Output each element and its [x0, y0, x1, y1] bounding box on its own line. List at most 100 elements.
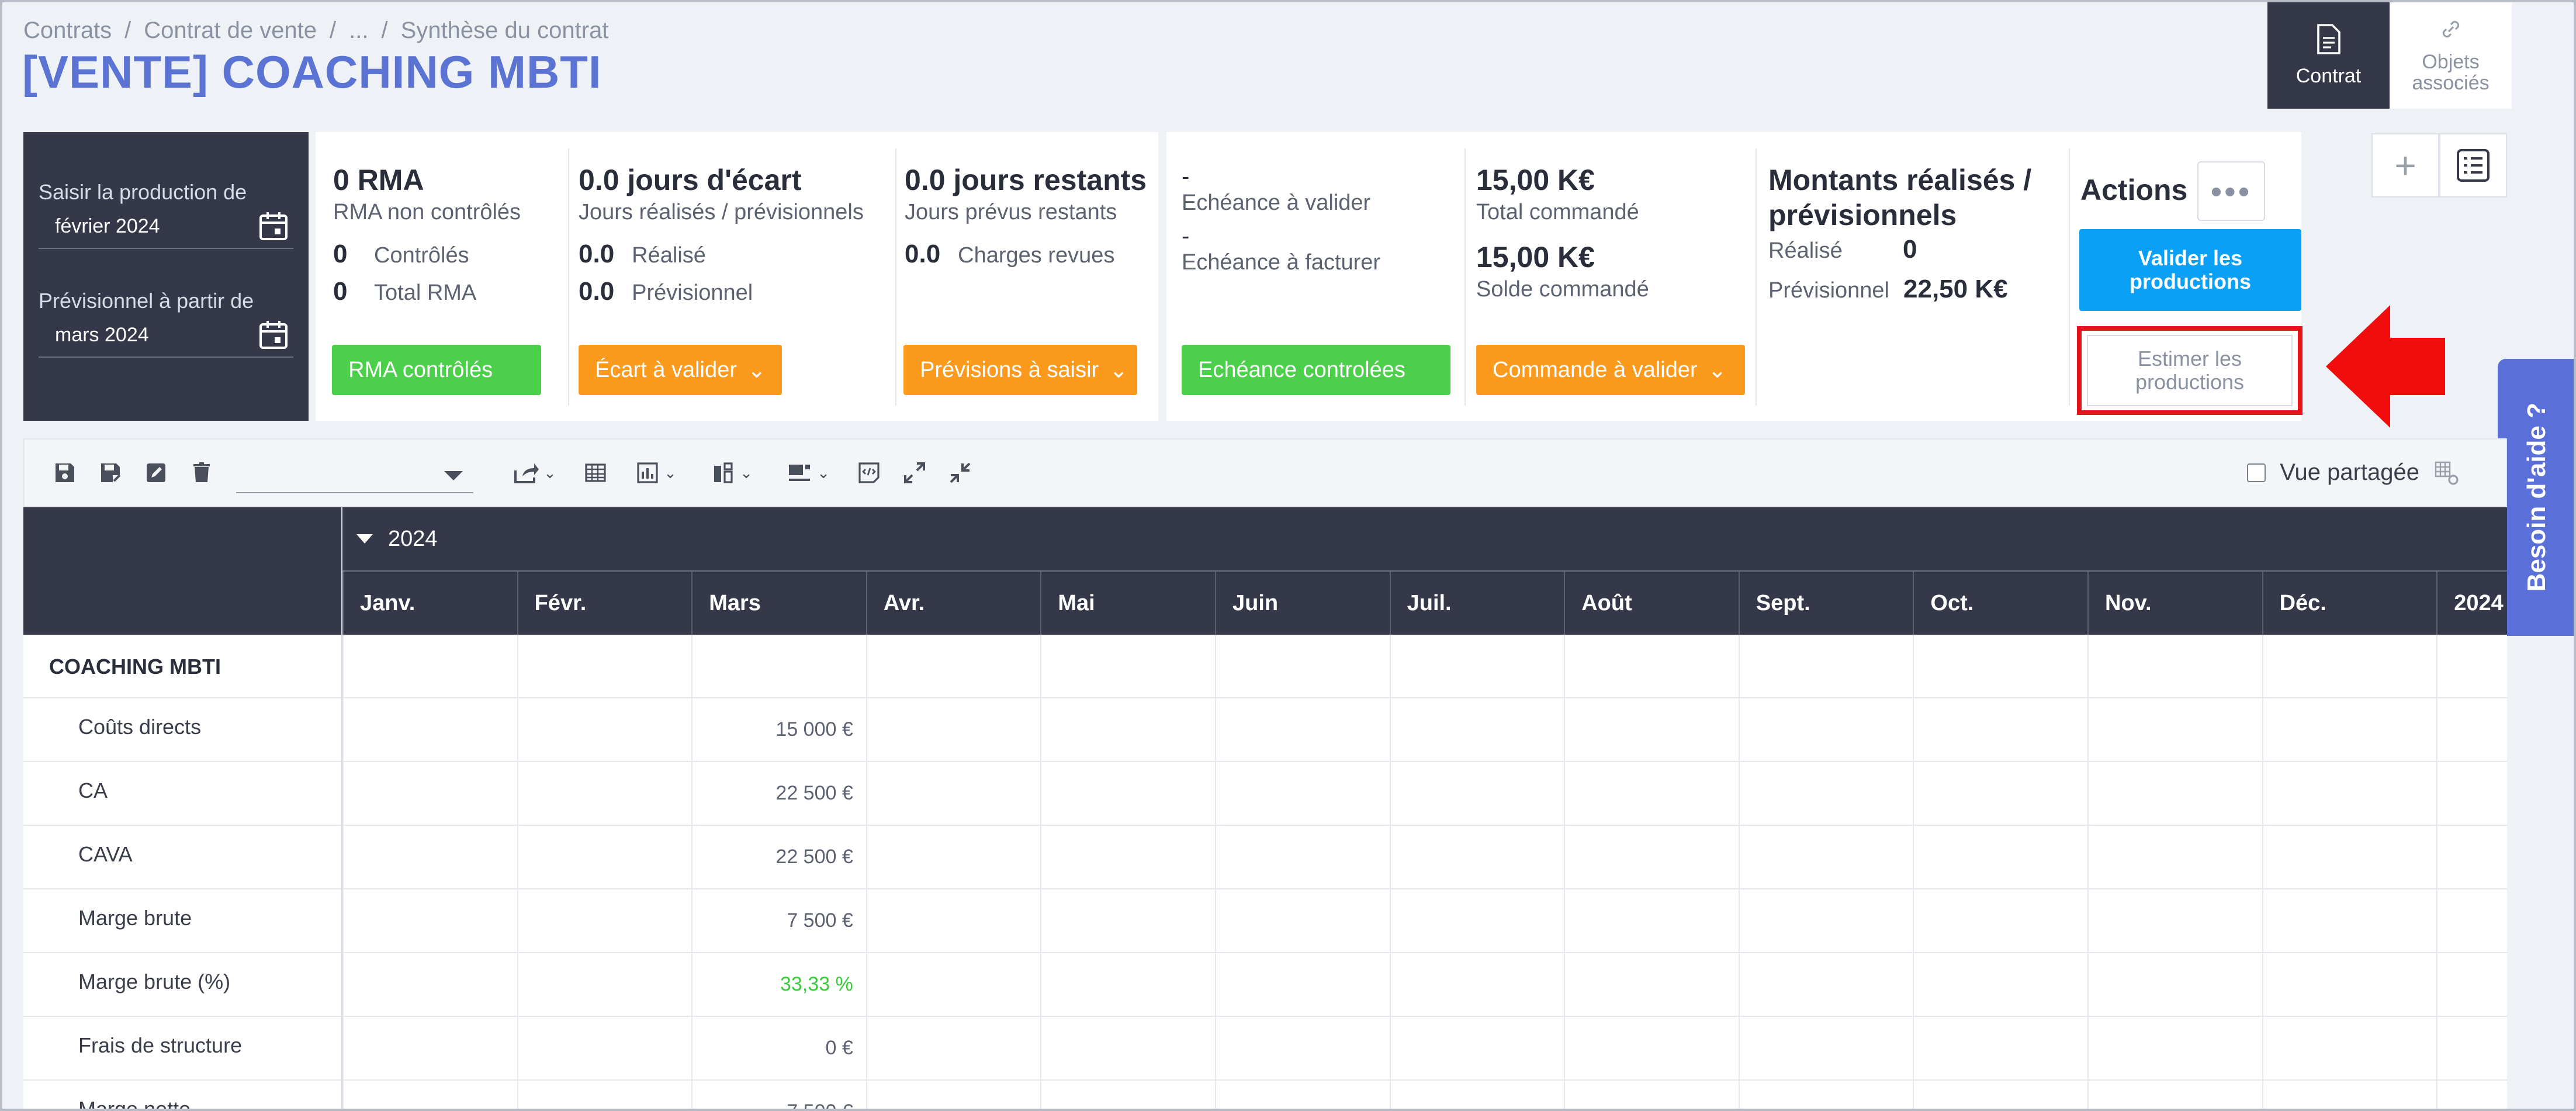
- grid-cell[interactable]: [865, 698, 1041, 762]
- grid-cell[interactable]: [1040, 762, 1215, 825]
- grid-cell[interactable]: [1913, 635, 2087, 698]
- table-row[interactable]: CA 22 500 €: [23, 762, 2507, 826]
- grid-cell[interactable]: [2087, 635, 2262, 698]
- previsionnel-date-field[interactable]: mars 2024: [39, 313, 293, 358]
- grid-cell[interactable]: [2436, 1081, 2507, 1111]
- grid-cell[interactable]: [517, 953, 692, 1016]
- grid-cell[interactable]: [1389, 1081, 1564, 1111]
- grid-cell[interactable]: [865, 1081, 1041, 1111]
- expand-icon[interactable]: [892, 449, 937, 496]
- grid-cell[interactable]: [1564, 890, 1739, 953]
- estimer-productions-button[interactable]: Estimer les productions: [2087, 335, 2293, 406]
- grid-cell[interactable]: [2262, 890, 2437, 953]
- table-icon[interactable]: [573, 449, 618, 496]
- grid-cell[interactable]: [1564, 635, 1739, 698]
- grid-cell[interactable]: [2262, 1017, 2437, 1080]
- table-row[interactable]: Marge brute 7 500 €: [23, 890, 2507, 953]
- grid-cell[interactable]: [1738, 1017, 1913, 1080]
- grid-cell[interactable]: [1040, 890, 1215, 953]
- grid-cell[interactable]: [517, 698, 692, 762]
- code-icon[interactable]: [846, 449, 892, 496]
- grid-cell[interactable]: [342, 635, 517, 698]
- add-button[interactable]: +: [2371, 133, 2439, 198]
- grid-cell[interactable]: [2262, 826, 2437, 889]
- grid-cell[interactable]: [517, 890, 692, 953]
- grid-cell[interactable]: [2436, 698, 2507, 762]
- vue-partagee-checkbox[interactable]: [2247, 463, 2266, 482]
- grid-cell[interactable]: [1389, 698, 1564, 762]
- grid-cell[interactable]: [1738, 1081, 1913, 1111]
- grid-cell[interactable]: [1215, 1081, 1390, 1111]
- grid-cell[interactable]: [1913, 1081, 2087, 1111]
- grid-cell[interactable]: [2436, 890, 2507, 953]
- grid-cell[interactable]: [342, 1081, 517, 1111]
- grid-cell[interactable]: [1564, 762, 1739, 825]
- echeance-controlees-button[interactable]: Echéance controlées: [1182, 345, 1450, 395]
- grid-cell[interactable]: [342, 1017, 517, 1080]
- grid-cell[interactable]: [1040, 826, 1215, 889]
- table-row[interactable]: Frais de structure 0 €: [23, 1017, 2507, 1081]
- grid-cell[interactable]: [342, 826, 517, 889]
- grid-cell[interactable]: [1215, 635, 1390, 698]
- grid-cell[interactable]: [1389, 826, 1564, 889]
- table-row[interactable]: Marge nette 7 500 €: [23, 1081, 2507, 1111]
- grid-cell[interactable]: [517, 762, 692, 825]
- grid-cell[interactable]: [1564, 1017, 1739, 1080]
- table-row[interactable]: CAVA 22 500 €: [23, 826, 2507, 890]
- grid-cell[interactable]: [2087, 1081, 2262, 1111]
- grid-cell[interactable]: [1215, 762, 1390, 825]
- grid-cell[interactable]: [342, 698, 517, 762]
- grid-cell[interactable]: [1040, 635, 1215, 698]
- grid-cell[interactable]: [1215, 890, 1390, 953]
- breadcrumb-contrats[interactable]: Contrats: [23, 18, 112, 44]
- grid-cell[interactable]: [1738, 635, 1913, 698]
- grid-cell[interactable]: [2262, 953, 2437, 1016]
- help-tab[interactable]: Besoin d'aide ?: [2498, 359, 2576, 636]
- grid-cell[interactable]: [2262, 698, 2437, 762]
- more-actions-button[interactable]: •••: [2197, 161, 2265, 221]
- grid-cell[interactable]: [2087, 826, 2262, 889]
- valider-productions-button[interactable]: Valider les productions: [2079, 229, 2301, 311]
- table-row[interactable]: Marge brute (%) 33,33 %: [23, 953, 2507, 1017]
- grid-cell[interactable]: 22 500 €: [691, 762, 866, 825]
- saisir-date-field[interactable]: février 2024: [39, 205, 293, 249]
- grid-settings-icon[interactable]: [2433, 460, 2459, 486]
- grid-cell[interactable]: [2087, 698, 2262, 762]
- grid-cell[interactable]: [2436, 762, 2507, 825]
- grid-cell[interactable]: [865, 953, 1041, 1016]
- grid-cell[interactable]: [1389, 953, 1564, 1016]
- grid-cell[interactable]: [1913, 762, 2087, 825]
- grid-cell[interactable]: [1564, 953, 1739, 1016]
- grid-cell[interactable]: [342, 762, 517, 825]
- grid-cell[interactable]: [1738, 890, 1913, 953]
- grid-cell[interactable]: [2262, 635, 2437, 698]
- previsions-a-saisir-button[interactable]: Prévisions à saisir ⌄: [903, 345, 1137, 395]
- grid-cell[interactable]: [865, 1017, 1041, 1080]
- grid-cell[interactable]: [517, 1017, 692, 1080]
- grid-cell[interactable]: [1738, 762, 1913, 825]
- grid-cell[interactable]: [1738, 826, 1913, 889]
- grid-cell[interactable]: [1215, 953, 1390, 1016]
- grid-cell[interactable]: [2262, 1081, 2437, 1111]
- delete-icon[interactable]: [179, 449, 224, 496]
- grid-cell[interactable]: [1564, 698, 1739, 762]
- grid-cell[interactable]: 7 500 €: [691, 1081, 866, 1111]
- grid-cell[interactable]: [865, 762, 1041, 825]
- grid-cell[interactable]: 0 €: [691, 1017, 866, 1080]
- grid-cell[interactable]: [865, 890, 1041, 953]
- grid-cell[interactable]: [342, 953, 517, 1016]
- grid-cell[interactable]: [1215, 698, 1390, 762]
- grid-cell[interactable]: [517, 635, 692, 698]
- grid-cell[interactable]: [1389, 1017, 1564, 1080]
- grid-cell[interactable]: [1738, 953, 1913, 1016]
- grid-cell[interactable]: [342, 890, 517, 953]
- grid-cell[interactable]: [2262, 762, 2437, 825]
- grid-cell[interactable]: [1389, 890, 1564, 953]
- grid-cell[interactable]: 15 000 €: [691, 698, 866, 762]
- grid-cell[interactable]: [2087, 1017, 2262, 1080]
- collapse-icon[interactable]: [937, 449, 983, 496]
- grid-cell[interactable]: 22 500 €: [691, 826, 866, 889]
- breadcrumb-ellipsis[interactable]: ...: [349, 18, 368, 44]
- grid-cell[interactable]: [1389, 635, 1564, 698]
- grid-cell[interactable]: [2436, 635, 2507, 698]
